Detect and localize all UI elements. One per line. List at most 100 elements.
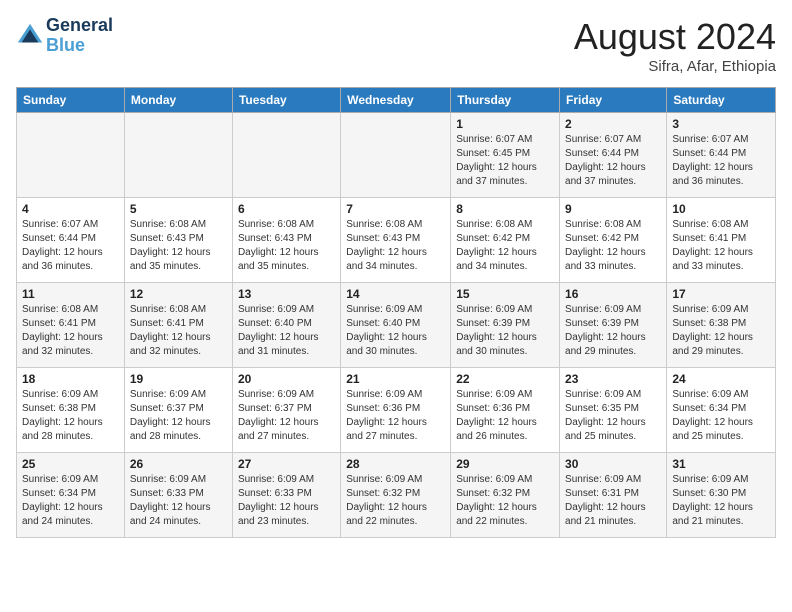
logo-line2: Blue [46, 35, 85, 55]
day-info: Sunrise: 6:09 AM Sunset: 6:40 PM Dayligh… [346, 303, 445, 359]
day-number: 18 [22, 372, 119, 386]
day-info: Sunrise: 6:09 AM Sunset: 6:36 PM Dayligh… [456, 388, 554, 444]
calendar-cell: 7 Sunrise: 6:08 AM Sunset: 6:43 PM Daylig… [341, 198, 451, 283]
day-info: Sunrise: 6:08 AM Sunset: 6:42 PM Dayligh… [456, 218, 554, 274]
day-info: Sunrise: 6:08 AM Sunset: 6:41 PM Dayligh… [130, 303, 227, 359]
calendar-cell [17, 113, 125, 198]
calendar-cell: 8 Sunrise: 6:08 AM Sunset: 6:42 PM Daylig… [451, 198, 560, 283]
day-info: Sunrise: 6:09 AM Sunset: 6:33 PM Dayligh… [130, 473, 227, 529]
calendar-cell: 25Sunrise: 6:09 AM Sunset: 6:34 PM Dayli… [17, 453, 125, 538]
day-number: 16 [565, 287, 661, 301]
calendar-cell: 17 Sunrise: 6:09 AM Sunset: 6:38 PM Dayli… [667, 283, 776, 368]
day-number: 17 [672, 287, 770, 301]
day-info: Sunrise: 6:09 AM Sunset: 6:34 PM Dayligh… [672, 388, 770, 444]
day-number: 5 [130, 202, 227, 216]
calendar-week-row: 1Sunrise: 6:07 AM Sunset: 6:45 PM Daylig… [17, 113, 776, 198]
calendar-cell: 11 Sunrise: 6:08 AM Sunset: 6:41 PM Dayli… [17, 283, 125, 368]
weekday-header: Saturday [667, 88, 776, 113]
calendar-cell: 16 Sunrise: 6:09 AM Sunset: 6:39 PM Dayli… [560, 283, 667, 368]
calendar-week-row: 4 Sunrise: 6:07 AM Sunset: 6:44 PM Daylig… [17, 198, 776, 283]
calendar-cell: 24 Sunrise: 6:09 AM Sunset: 6:34 PM Dayli… [667, 368, 776, 453]
day-number: 23 [565, 372, 661, 386]
calendar-cell: 1Sunrise: 6:07 AM Sunset: 6:45 PM Daylig… [451, 113, 560, 198]
calendar-cell: 31 Sunrise: 6:09 AM Sunset: 6:30 PM Dayli… [667, 453, 776, 538]
day-info: Sunrise: 6:09 AM Sunset: 6:39 PM Dayligh… [565, 303, 661, 359]
day-number: 9 [565, 202, 661, 216]
weekday-header: Friday [560, 88, 667, 113]
calendar-cell: 15 Sunrise: 6:09 AM Sunset: 6:39 PM Dayli… [451, 283, 560, 368]
day-number: 27 [238, 457, 335, 471]
day-number: 4 [22, 202, 119, 216]
day-number: 30 [565, 457, 661, 471]
day-info: Sunrise: 6:09 AM Sunset: 6:38 PM Dayligh… [672, 303, 770, 359]
day-number: 11 [22, 287, 119, 301]
day-number: 26 [130, 457, 227, 471]
calendar-week-row: 11 Sunrise: 6:08 AM Sunset: 6:41 PM Dayli… [17, 283, 776, 368]
calendar-cell: 23Sunrise: 6:09 AM Sunset: 6:35 PM Dayli… [560, 368, 667, 453]
day-info: Sunrise: 6:09 AM Sunset: 6:40 PM Dayligh… [238, 303, 335, 359]
day-number: 7 [346, 202, 445, 216]
calendar-cell: 27 Sunrise: 6:09 AM Sunset: 6:33 PM Dayli… [232, 453, 340, 538]
day-number: 14 [346, 287, 445, 301]
day-number: 28 [346, 457, 445, 471]
day-number: 13 [238, 287, 335, 301]
day-info: Sunrise: 6:09 AM Sunset: 6:34 PM Dayligh… [22, 473, 119, 529]
calendar-cell: 14 Sunrise: 6:09 AM Sunset: 6:40 PM Dayli… [341, 283, 451, 368]
day-number: 22 [456, 372, 554, 386]
calendar-cell: 12Sunrise: 6:08 AM Sunset: 6:41 PM Dayli… [124, 283, 232, 368]
day-info: Sunrise: 6:09 AM Sunset: 6:30 PM Dayligh… [672, 473, 770, 529]
logo-icon [16, 22, 44, 50]
day-info: Sunrise: 6:09 AM Sunset: 6:31 PM Dayligh… [565, 473, 661, 529]
day-info: Sunrise: 6:09 AM Sunset: 6:39 PM Dayligh… [456, 303, 554, 359]
day-info: Sunrise: 6:09 AM Sunset: 6:32 PM Dayligh… [456, 473, 554, 529]
calendar-week-row: 25Sunrise: 6:09 AM Sunset: 6:34 PM Dayli… [17, 453, 776, 538]
calendar-cell: 18 Sunrise: 6:09 AM Sunset: 6:38 PM Dayli… [17, 368, 125, 453]
calendar-cell: 6 Sunrise: 6:08 AM Sunset: 6:43 PM Daylig… [232, 198, 340, 283]
day-info: Sunrise: 6:08 AM Sunset: 6:43 PM Dayligh… [130, 218, 227, 274]
weekday-header: Monday [124, 88, 232, 113]
calendar-week-row: 18 Sunrise: 6:09 AM Sunset: 6:38 PM Dayli… [17, 368, 776, 453]
calendar-cell: 19 Sunrise: 6:09 AM Sunset: 6:37 PM Dayli… [124, 368, 232, 453]
calendar-cell: 22 Sunrise: 6:09 AM Sunset: 6:36 PM Dayli… [451, 368, 560, 453]
day-info: Sunrise: 6:07 AM Sunset: 6:45 PM Dayligh… [456, 133, 554, 189]
calendar-cell: 26 Sunrise: 6:09 AM Sunset: 6:33 PM Dayli… [124, 453, 232, 538]
calendar-cell: 13 Sunrise: 6:09 AM Sunset: 6:40 PM Dayli… [232, 283, 340, 368]
weekday-header: Sunday [17, 88, 125, 113]
calendar-cell: 28 Sunrise: 6:09 AM Sunset: 6:32 PM Dayli… [341, 453, 451, 538]
day-number: 15 [456, 287, 554, 301]
day-info: Sunrise: 6:08 AM Sunset: 6:43 PM Dayligh… [238, 218, 335, 274]
day-number: 19 [130, 372, 227, 386]
day-number: 20 [238, 372, 335, 386]
calendar-cell: 10 Sunrise: 6:08 AM Sunset: 6:41 PM Dayli… [667, 198, 776, 283]
day-info: Sunrise: 6:08 AM Sunset: 6:43 PM Dayligh… [346, 218, 445, 274]
day-number: 21 [346, 372, 445, 386]
day-info: Sunrise: 6:09 AM Sunset: 6:37 PM Dayligh… [238, 388, 335, 444]
calendar-cell: 9Sunrise: 6:08 AM Sunset: 6:42 PM Daylig… [560, 198, 667, 283]
day-number: 6 [238, 202, 335, 216]
day-info: Sunrise: 6:08 AM Sunset: 6:41 PM Dayligh… [22, 303, 119, 359]
day-info: Sunrise: 6:08 AM Sunset: 6:41 PM Dayligh… [672, 218, 770, 274]
day-info: Sunrise: 6:09 AM Sunset: 6:32 PM Dayligh… [346, 473, 445, 529]
day-info: Sunrise: 6:07 AM Sunset: 6:44 PM Dayligh… [22, 218, 119, 274]
calendar-table: SundayMondayTuesdayWednesdayThursdayFrid… [16, 87, 776, 538]
day-number: 3 [672, 117, 770, 131]
day-number: 8 [456, 202, 554, 216]
day-info: Sunrise: 6:09 AM Sunset: 6:38 PM Dayligh… [22, 388, 119, 444]
day-info: Sunrise: 6:07 AM Sunset: 6:44 PM Dayligh… [565, 133, 661, 189]
title-block: August 2024 Sifra, Afar, Ethiopia [574, 16, 776, 75]
day-number: 24 [672, 372, 770, 386]
day-info: Sunrise: 6:09 AM Sunset: 6:37 PM Dayligh… [130, 388, 227, 444]
day-number: 31 [672, 457, 770, 471]
day-info: Sunrise: 6:07 AM Sunset: 6:44 PM Dayligh… [672, 133, 770, 189]
weekday-header: Wednesday [341, 88, 451, 113]
day-number: 10 [672, 202, 770, 216]
calendar-cell: 21 Sunrise: 6:09 AM Sunset: 6:36 PM Dayli… [341, 368, 451, 453]
day-info: Sunrise: 6:09 AM Sunset: 6:36 PM Dayligh… [346, 388, 445, 444]
calendar-cell [232, 113, 340, 198]
calendar-cell [341, 113, 451, 198]
logo-line1: General [46, 16, 113, 36]
calendar-cell: 3 Sunrise: 6:07 AM Sunset: 6:44 PM Daylig… [667, 113, 776, 198]
calendar-cell: 5 Sunrise: 6:08 AM Sunset: 6:43 PM Daylig… [124, 198, 232, 283]
weekday-header: Thursday [451, 88, 560, 113]
day-info: Sunrise: 6:09 AM Sunset: 6:33 PM Dayligh… [238, 473, 335, 529]
